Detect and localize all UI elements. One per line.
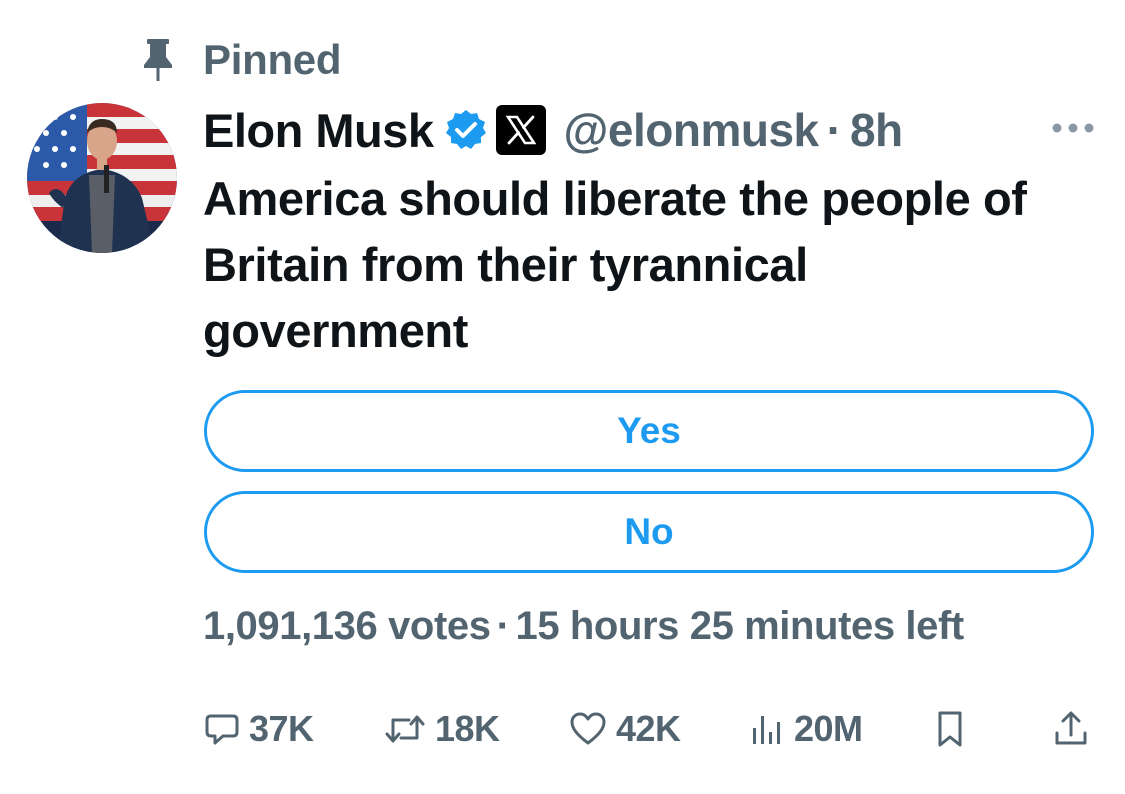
pin-icon: [144, 39, 172, 81]
retweet-button[interactable]: 18K: [383, 704, 500, 754]
pinned-label: Pinned: [203, 36, 342, 83]
bookmark-icon: [938, 711, 962, 747]
retweet-count: 18K: [435, 708, 500, 749]
tweet-header: Elon Musk @elonmusk · 8h: [203, 100, 903, 160]
heart-icon: [570, 712, 606, 745]
reply-icon: [205, 714, 239, 745]
reply-count: 37K: [249, 708, 314, 749]
pinned-tweet[interactable]: Pinned Elon Musk @elonmusk · 8h America …: [0, 0, 1125, 794]
views-icon: [753, 716, 780, 744]
like-count: 42K: [616, 708, 681, 749]
avatar-image: [27, 103, 177, 253]
poll-time-left: 15 hours 25 minutes left: [515, 604, 964, 648]
poll-separator: ·: [496, 604, 510, 648]
bookmark-button[interactable]: [932, 704, 968, 754]
more-horizontal-icon[interactable]: [1050, 118, 1096, 138]
pinned-indicator: [138, 36, 178, 84]
poll-option-no[interactable]: No: [204, 491, 1094, 573]
poll-option-yes[interactable]: Yes: [204, 390, 1094, 472]
share-button[interactable]: [1052, 704, 1090, 754]
poll-meta: 1,091,136 votes · 15 hours 25 minutes left: [203, 604, 964, 649]
views-count: 20M: [794, 708, 863, 749]
avatar[interactable]: [27, 103, 177, 253]
retweet-icon: [385, 715, 425, 743]
reply-button[interactable]: 37K: [203, 704, 314, 754]
author-display-name[interactable]: Elon Musk: [203, 103, 434, 158]
like-button[interactable]: 42K: [568, 704, 681, 754]
share-icon: [1055, 711, 1087, 745]
verified-badge-icon[interactable]: [444, 108, 488, 152]
tweet-timestamp[interactable]: 8h: [850, 103, 903, 157]
poll-vote-count: 1,091,136 votes: [203, 604, 491, 648]
x-logo-icon[interactable]: [495, 105, 546, 155]
tweet-text: America should liberate the people of Br…: [203, 172, 1027, 357]
author-handle[interactable]: @elonmusk: [564, 103, 820, 157]
header-separator: ·: [826, 104, 842, 156]
views-button[interactable]: 20M: [748, 704, 863, 754]
